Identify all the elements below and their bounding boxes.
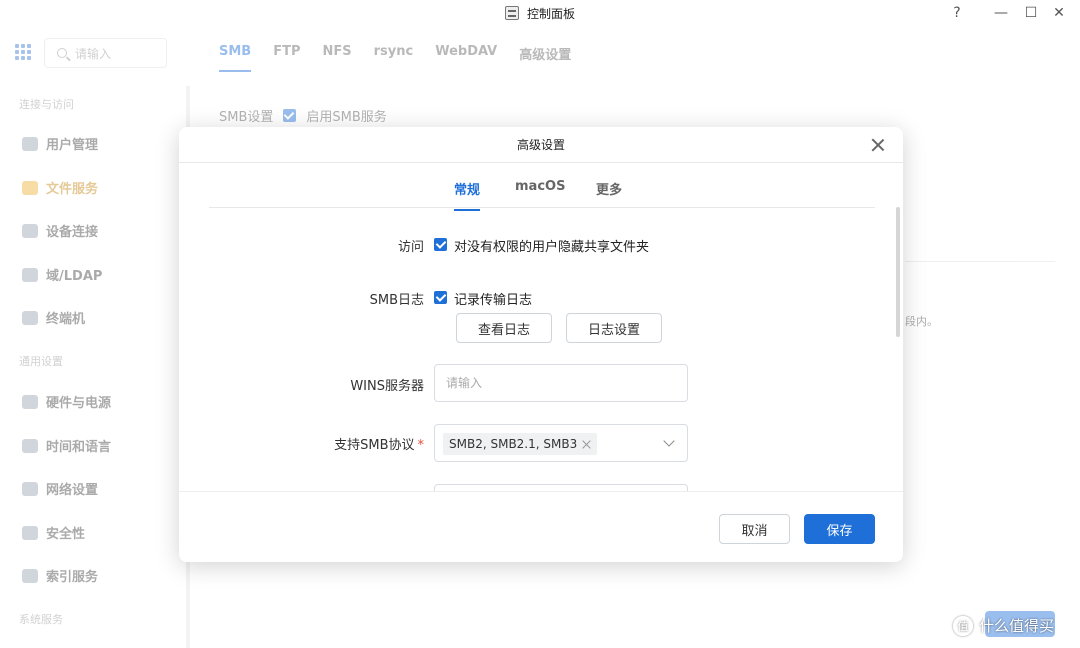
sidebar-item-hardware[interactable]: 硬件与电源 [22,392,111,411]
folder-icon [22,180,38,195]
dialog-header: 高级设置 [179,127,903,163]
sidebar-search-input[interactable]: 请输入 [44,38,167,68]
sidebar-item-time-language[interactable]: 时间和语言 [22,436,111,455]
tab-general[interactable]: 常规 [454,179,481,211]
tab-more[interactable]: 更多 [596,179,622,198]
access-label: 访问 [397,240,424,255]
search-icon [57,48,67,58]
sidebar-item-file-services[interactable]: 文件服务 [22,178,98,197]
watermark-text: 什么值得买 [979,617,1055,635]
sidebar-group-connection: 连接与访问 [19,98,74,111]
sidebar-group-general: 通用设置 [19,355,63,368]
advanced-settings-dialog: 高级设置 常规 macOS 更多 访问 对没有权限的用户隐藏共享文件夹 SMB日… [179,127,903,562]
sidebar: 连接与访问 用户管理 文件服务 设备连接 域/LDAP 终端机 通用设置 硬件与… [0,86,190,648]
hide-shared-folders-label: 对没有权限的用户隐藏共享文件夹 [454,240,650,255]
index-icon [22,568,38,583]
dialog-title: 高级设置 [516,138,565,152]
tab-ftp[interactable]: FTP [273,44,300,63]
tab-smb[interactable]: SMB [219,44,252,72]
sidebar-item-network[interactable]: 网络设置 [22,479,98,498]
save-button[interactable]: 保存 [804,514,875,544]
device-icon [22,223,38,238]
power-icon [22,394,38,409]
dialog-tabs: 常规 macOS 更多 [209,163,875,211]
transfer-log-checkbox[interactable] [434,291,447,304]
maximize-icon[interactable]: ☐ [1020,2,1042,24]
smb-protocol-select[interactable]: SMB2, SMB2.1, SMB3 [434,424,688,462]
smb-settings-row: SMB设置 启用SMB服务 [219,106,387,125]
sidebar-item-indexing[interactable]: 索引服务 [22,566,98,585]
tab-advanced[interactable]: 高级设置 [519,44,571,63]
domain-icon [22,267,38,282]
close-window-icon[interactable]: ✕ [1048,2,1070,24]
dialog-footer: 取消 保存 [179,491,903,562]
close-icon[interactable] [871,138,885,152]
window-title: 控制面板 [526,6,575,21]
network-icon [22,481,38,496]
sidebar-item-ldap[interactable]: 域/LDAP [22,265,102,284]
watermark: 值 什么值得买 [953,615,1054,636]
dialog-scrollbar[interactable] [896,207,900,337]
smb-enable-checkbox[interactable] [283,109,297,122]
tab-rsync[interactable]: rsync [374,44,414,63]
title-bar: 控制面板 [0,0,1080,26]
smb-settings-label: SMB设置 [219,110,274,125]
control-panel-icon [504,6,519,20]
protocol-chip: SMB2, SMB2.1, SMB3 [443,433,598,455]
sidebar-group-system: 系统服务 [19,613,63,626]
tab-macos[interactable]: macOS [515,179,565,194]
terminal-icon [22,310,38,325]
service-tabs: SMB FTP NFS rsync WebDAV 高级设置 [219,44,571,72]
sidebar-item-security[interactable]: 安全性 [22,523,85,542]
wins-server-input[interactable] [434,364,688,402]
user-icon [22,136,38,151]
help-icon[interactable]: ? [946,2,968,24]
view-log-button[interactable]: 查看日志 [456,313,552,343]
shield-icon [22,525,38,540]
globe-icon [22,438,38,453]
watermark-logo-icon: 值 [953,615,973,636]
hide-shared-folders-checkbox[interactable] [434,238,447,251]
chevron-down-icon [663,435,675,447]
apps-grid-icon[interactable] [15,44,31,60]
sidebar-item-devices[interactable]: 设备连接 [22,221,98,240]
cancel-button[interactable]: 取消 [719,514,790,544]
smb-enable-label: 启用SMB服务 [306,110,387,125]
sidebar-item-terminal[interactable]: 终端机 [22,308,85,327]
tab-webdav[interactable]: WebDAV [435,44,497,63]
description-fragment: 段内。 [905,315,938,328]
required-marker: * [417,438,425,453]
smb-log-label: SMB日志 [369,293,424,308]
log-settings-button[interactable]: 日志设置 [566,313,662,343]
sidebar-item-users[interactable]: 用户管理 [22,134,98,153]
divider [905,261,1055,262]
smb-protocol-label: 支持SMB协议 * [334,438,425,453]
search-placeholder: 请输入 [75,46,112,61]
minimize-icon[interactable]: — [990,2,1012,24]
wins-label: WINS服务器 [350,379,424,394]
remove-chip-icon[interactable] [582,440,591,449]
transfer-log-label: 记录传输日志 [454,293,533,308]
tab-nfs[interactable]: NFS [323,44,352,63]
